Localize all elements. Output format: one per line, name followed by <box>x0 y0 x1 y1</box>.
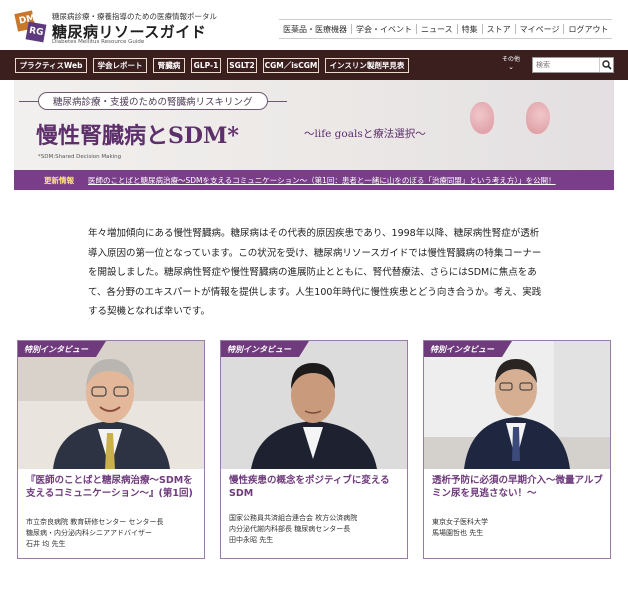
banner-title: 慢性腎臓病とSDM* <box>36 123 239 149</box>
nav-news[interactable]: ニュース <box>417 24 457 35</box>
interview-photo <box>424 341 610 469</box>
nav-drugs-devices[interactable]: 医薬品・医療機器 <box>279 24 351 35</box>
search-input[interactable] <box>533 58 599 72</box>
update-bar: 更新情報 医師のことばと糖尿病治療〜SDMを支えるコミュニケーション〜（第1回：… <box>14 170 614 190</box>
interview-card-tanaka[interactable]: 特別インタビュー 慢性疾患の概念をポジティブに変えるSDM 国家公務員共済組合連… <box>220 340 408 559</box>
site-subtitle: Diabetes Mellitus Resource Guide <box>52 39 145 45</box>
category-cgm[interactable]: CGM／isCGM <box>263 58 319 73</box>
feature-banner[interactable]: 糖尿病診療・支援のための腎臓病リスキリング 慢性腎臓病とSDM* 〜life g… <box>14 80 614 172</box>
search-icon <box>601 60 612 70</box>
category-kidney[interactable]: 腎臓病 <box>153 58 185 73</box>
interview-card-babazono[interactable]: 特別インタビュー 透析予防に必須の早期介入〜微量アルブミン尿を見逃さない！〜 東… <box>423 340 611 559</box>
banner-pill-label: 糖尿病診療・支援のための腎臓病リスキリング <box>19 92 286 110</box>
more-menu-button[interactable]: その他 ⌄ <box>502 56 521 71</box>
nav-events[interactable]: 学会・イベント <box>352 24 416 35</box>
update-label: 更新情報 <box>44 175 74 185</box>
nav-mypage[interactable]: マイページ <box>516 24 564 35</box>
banner-footnote: *SDM:Shared Decision Making <box>38 154 122 160</box>
more-label: その他 <box>502 56 521 63</box>
chevron-down-icon: ⌄ <box>508 62 514 71</box>
portrait-image <box>221 341 407 469</box>
category-conference-report[interactable]: 学会レポート <box>93 58 147 73</box>
category-glp1[interactable]: GLP-1 <box>191 58 221 73</box>
search-button[interactable] <box>599 58 613 72</box>
nav-logout[interactable]: ログアウト <box>564 24 612 35</box>
interview-photo <box>221 341 407 469</box>
intro-paragraph: 年々増加傾向にある慢性腎臓病。糖尿病はその代表的原因疾患であり、1998年以降、… <box>88 228 542 317</box>
update-link[interactable]: 医師のことばと糖尿病治療〜SDMを支えるコミュニケーション〜（第1回：患者と一緒… <box>88 175 556 186</box>
top-navigation: 医薬品・医療機器 学会・イベント ニュース 特集 ストア マイページ ログアウト <box>279 19 613 39</box>
interview-card-ishii[interactable]: 特別インタビュー 『医師のことばと糖尿病治療〜SDMを支えるコミュニケーション〜… <box>17 340 205 559</box>
search-box <box>532 57 614 73</box>
portrait-image <box>18 341 204 469</box>
nav-store[interactable]: ストア <box>483 24 515 35</box>
site-logo-icon[interactable]: DM RG <box>14 10 47 43</box>
interview-photo <box>18 341 204 469</box>
special-interview-ribbon: 特別インタビュー <box>424 341 512 357</box>
special-interview-ribbon: 特別インタビュー <box>221 341 309 357</box>
interview-title[interactable]: 『医師のことばと糖尿病治療〜SDMを支えるコミュニケーション〜』(第1回) <box>26 474 202 500</box>
portrait-image <box>424 341 610 469</box>
nav-features[interactable]: 特集 <box>458 24 482 35</box>
interview-author: 国家公務員共済組合連合会 枚方公済病院 内分泌代謝内科部長 糖尿病センター長 田… <box>229 514 358 544</box>
category-practice-web[interactable]: プラクティスWeb <box>15 58 87 73</box>
category-insulin-chart[interactable]: インスリン製剤早見表 <box>325 58 409 73</box>
interview-author: 東京女子医科大学 馬場園哲也 先生 <box>432 518 488 537</box>
kidney-illustration-left <box>470 102 494 134</box>
banner-subtitle: 〜life goalsと療法選択〜 <box>304 128 426 140</box>
kidney-illustration-right <box>526 102 550 134</box>
interview-title[interactable]: 透析予防に必須の早期介入〜微量アルブミン尿を見逃さない！〜 <box>432 474 608 500</box>
special-interview-ribbon: 特別インタビュー <box>18 341 106 357</box>
interview-title[interactable]: 慢性疾患の概念をポジティブに変えるSDM <box>229 474 405 500</box>
site-header: DM RG 糖尿病診療・療養指導のための医療情報ポータル 糖尿病リソースガイド … <box>0 0 628 50</box>
category-sglt2[interactable]: SGLT2 <box>227 58 257 73</box>
interview-author: 市立奈良病院 教育研修センター センター長 糖尿病・内分泌内科シニアアドバイザー… <box>26 518 164 548</box>
